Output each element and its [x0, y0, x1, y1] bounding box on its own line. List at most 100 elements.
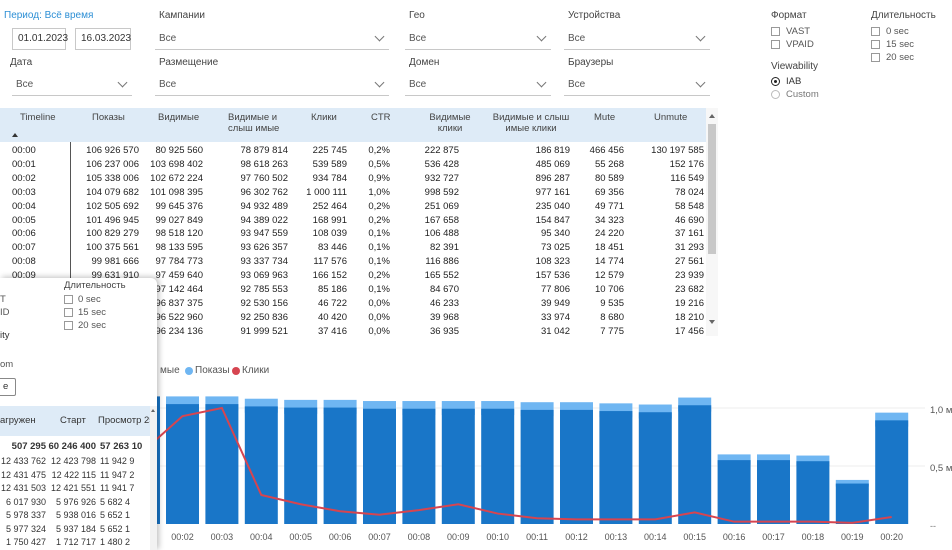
- table-cell: 101 098 395: [150, 186, 203, 198]
- table-cell: 0,9%: [368, 172, 390, 184]
- table-cell: 934 784: [312, 172, 347, 184]
- table-row[interactable]: 00:02 105 338 006 102 672 224 97 760 502 934…: [0, 172, 706, 186]
- overlay-duration-0-label: 0 sec: [78, 294, 101, 305]
- overlay-total-row: 507 295 60 246 400 57 263 10: [0, 440, 150, 453]
- table-row[interactable]: 00:06 100 829 279 98 518 120 93 947 559 108 …: [0, 227, 706, 241]
- overlay-table-row[interactable]: 6 017 930 5 976 926 5 682 4: [0, 496, 150, 509]
- col-header-visible-clicks[interactable]: Видимые клики: [425, 112, 475, 134]
- overlay-table-cell: 5 652 1: [100, 523, 131, 534]
- table-cell: 46 233: [429, 297, 459, 309]
- table-cell: 0,5%: [368, 158, 390, 170]
- col-header-visible-audible[interactable]: Видимые и слыш имые: [228, 112, 288, 134]
- chart-bar-shows: [835, 483, 869, 524]
- table-cell: 00:03: [12, 186, 36, 198]
- overlay-table-row[interactable]: 5 978 337 5 938 016 5 652 1: [0, 509, 150, 522]
- date-from-input[interactable]: 01.01.2023: [12, 28, 68, 50]
- table-cell: 93 337 734: [240, 256, 288, 268]
- col-header-clicks[interactable]: Клики: [311, 112, 337, 123]
- x-tick-label: 00:20: [880, 532, 903, 542]
- domain-dropdown[interactable]: Все: [405, 74, 551, 96]
- table-row[interactable]: 00:04 102 505 692 99 645 376 94 932 489 252 …: [0, 200, 706, 214]
- col-header-ctr[interactable]: CTR: [371, 112, 391, 123]
- duration-15-checkbox[interactable]: [871, 40, 880, 49]
- col-header-shows[interactable]: Показы: [92, 112, 125, 123]
- chart-bar-shows: [560, 409, 593, 524]
- duration-20-checkbox[interactable]: [871, 53, 880, 62]
- table-row[interactable]: 00:05 101 496 945 99 027 849 94 389 022 168 …: [0, 214, 706, 228]
- x-tick-label: 00:16: [723, 532, 746, 542]
- table-cell: 0,2%: [368, 270, 390, 282]
- table-cell: 977 161: [535, 186, 570, 198]
- viewability-iab-radio[interactable]: [771, 77, 780, 86]
- date-to-input[interactable]: 16.03.2023: [75, 28, 131, 50]
- scroll-down-icon[interactable]: [709, 320, 715, 324]
- table-row[interactable]: 00:08 99 981 666 97 784 773 93 337 734 117 5…: [0, 255, 706, 269]
- table-cell: 0,0%: [368, 311, 390, 323]
- col-header-timeline[interactable]: Timeline: [20, 112, 56, 123]
- table-cell: 80 589: [594, 172, 624, 184]
- browsers-dropdown[interactable]: Все: [564, 74, 710, 96]
- col-header-mute[interactable]: Mute: [594, 112, 615, 123]
- table-cell: 99 027 849: [155, 214, 203, 226]
- chart-bar-shows: [599, 411, 633, 524]
- overlay-duration-0-checkbox[interactable]: [64, 295, 73, 304]
- overlay-table-row[interactable]: 12 431 475 12 422 115 11 947 2: [0, 469, 150, 482]
- overlay-total-cell: 57 263 10: [100, 441, 143, 452]
- format-vast-checkbox[interactable]: [771, 27, 780, 36]
- table-cell: 0,0%: [368, 325, 390, 336]
- table-cell: 98 618 263: [240, 158, 288, 170]
- chart-bar-shows: [244, 406, 278, 524]
- table-scrollbar[interactable]: [706, 108, 718, 336]
- table-row[interactable]: 00:01 106 237 006 103 698 402 98 618 263 539…: [0, 158, 706, 172]
- table-cell: 9 535: [600, 297, 624, 309]
- overlay-table-cell: 5 938 016: [55, 510, 96, 520]
- table-cell: 18 451: [594, 242, 624, 254]
- overlay-duration-15-checkbox[interactable]: [64, 308, 73, 317]
- col-header-visible[interactable]: Видимые: [158, 112, 199, 123]
- period-label[interactable]: Период: Всё время: [4, 10, 93, 21]
- overlay-viewability-partial: ity: [0, 330, 10, 341]
- table-cell: 539 589: [312, 158, 347, 170]
- overlay-button[interactable]: e: [0, 378, 16, 396]
- table-row[interactable]: 00:00 106 926 570 80 925 560 78 879 814 225 …: [0, 144, 706, 158]
- axis-zero-marker: --: [930, 521, 936, 531]
- duration-0-checkbox[interactable]: [871, 27, 880, 36]
- chart-bar-shows: [757, 460, 790, 524]
- placement-value: Все: [159, 79, 177, 90]
- campaigns-dropdown[interactable]: Все: [155, 28, 389, 50]
- overlay-col-view25[interactable]: Просмотр 25: [98, 415, 155, 426]
- overlay-table-cell: 5 976 926: [55, 496, 96, 507]
- table-row[interactable]: 00:03 104 079 682 101 098 395 96 302 762 1 0…: [0, 186, 706, 200]
- viewability-custom-radio[interactable]: [771, 90, 780, 99]
- overlay-table-row[interactable]: 1 750 427 1 712 717 1 480 2: [0, 536, 150, 549]
- table-cell: 17 456: [674, 325, 704, 336]
- overlay-duration-20-checkbox[interactable]: [64, 321, 73, 330]
- date-dropdown[interactable]: Все: [12, 74, 132, 96]
- table-cell: 0,1%: [368, 256, 390, 268]
- table-cell: 0,1%: [368, 284, 390, 295]
- geo-dropdown[interactable]: Все: [405, 28, 551, 50]
- devices-dropdown[interactable]: Все: [564, 28, 710, 50]
- placement-dropdown[interactable]: Все: [155, 74, 389, 96]
- overlay-scrollbar[interactable]: [150, 406, 157, 550]
- overlay-table-row[interactable]: 12 431 503 12 421 551 11 941 7: [0, 482, 150, 495]
- overlay-table-cell: 12 422 115: [51, 469, 96, 480]
- col-header-visible-audible-clicks[interactable]: Видимые и слыш имые клики: [486, 112, 576, 134]
- scroll-up-icon[interactable]: [151, 409, 155, 412]
- overlay-table-row[interactable]: 5 977 324 5 937 184 5 652 1: [0, 523, 150, 536]
- table-cell: 235 040: [535, 200, 570, 212]
- overlay-col-start[interactable]: Старт: [60, 415, 86, 426]
- table-row[interactable]: 00:07 100 375 561 98 133 595 93 626 357 83 4…: [0, 241, 706, 255]
- col-header-unmute[interactable]: Unmute: [654, 112, 687, 123]
- table-cell: 36 935: [429, 325, 459, 336]
- overlay-table-row[interactable]: 12 433 762 12 423 798 11 942 9: [0, 455, 150, 468]
- table-scrollbar-thumb[interactable]: [708, 124, 716, 254]
- overlay-table-cell: 12 433 762: [0, 456, 46, 466]
- table-cell: 77 806: [540, 284, 570, 295]
- overlay-table-cell: 5 652 1: [100, 510, 131, 520]
- table-cell: 0,2%: [368, 200, 390, 212]
- scroll-up-icon[interactable]: [709, 114, 715, 118]
- x-tick-label: 00:07: [368, 532, 391, 542]
- format-vpaid-checkbox[interactable]: [771, 40, 780, 49]
- overlay-col-loaded[interactable]: агружен: [0, 415, 36, 426]
